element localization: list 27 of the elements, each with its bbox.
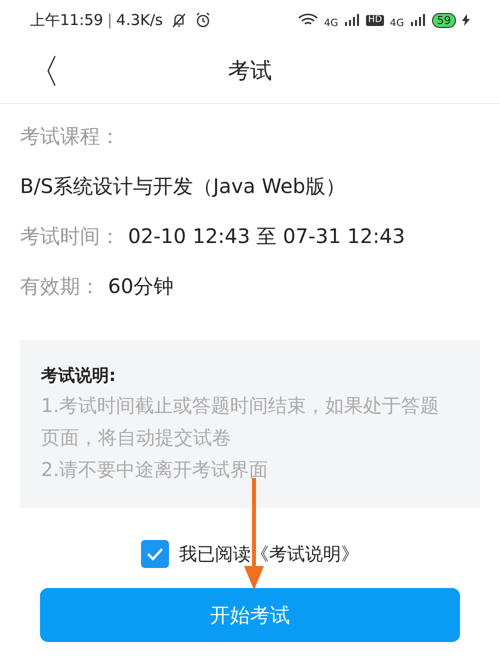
info-label: 有效期： [20,273,100,300]
bell-off-icon [170,12,187,28]
course-name: B/S系统设计与开发（Java Web版） [20,173,346,200]
back-button[interactable]: 〈 [26,54,60,88]
status-separator: | [107,10,112,31]
info-value: 02-10 12:43 至 07-31 12:43 [128,223,405,250]
notice-title: 考试说明: [41,365,117,388]
agree-checkbox[interactable] [141,540,169,568]
network-type-label: 4G [324,19,338,29]
info-value: 60分钟 [108,273,174,300]
alarm-icon [194,12,211,28]
network-type-label: 4G [390,19,404,29]
charging-icon [462,14,470,26]
notice-text: 1.考试时间截止或答题时间结束，如果处于答题页面，将自动提交试卷 [41,394,440,451]
status-time: 上午11:59 [30,10,104,31]
info-label: 考试课程： [20,123,121,150]
page-title: 考试 [228,58,272,86]
checkmark-icon [146,547,164,561]
info-label: 考试时间： [20,223,120,250]
wifi-icon [298,13,318,27]
battery-indicator: 59 [432,12,456,28]
signal-icon [344,14,360,26]
notice-text: 2.请不要中途离开考试界面 [41,458,270,483]
agreement-label: 我已阅读《考试说明》 [179,542,359,566]
signal-icon [410,14,426,26]
hd-label: HD [366,14,384,26]
network-speed: 4.3K/s [116,10,163,31]
